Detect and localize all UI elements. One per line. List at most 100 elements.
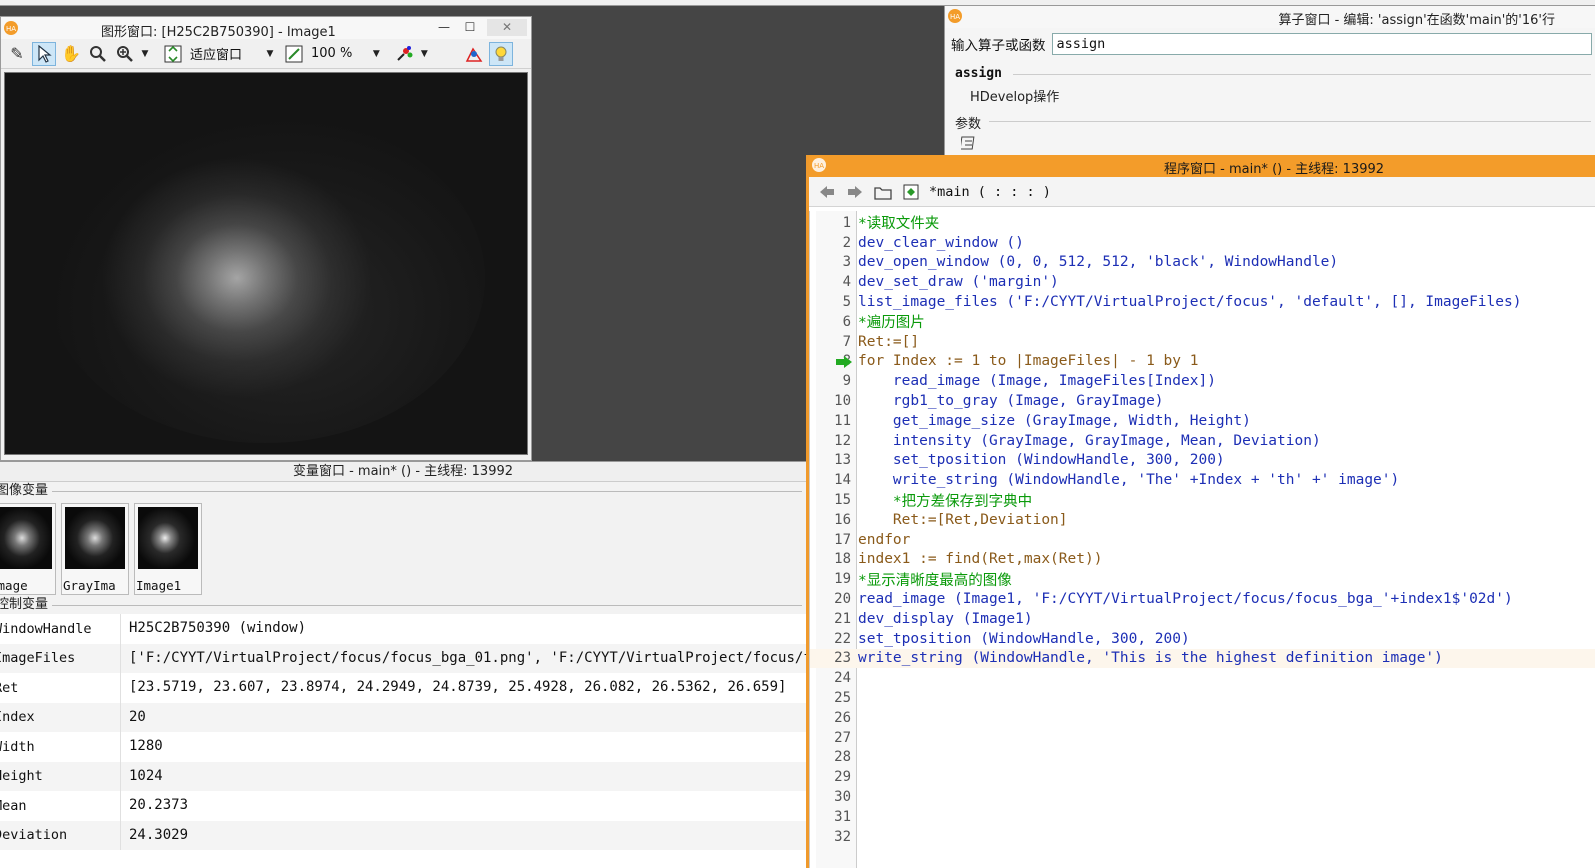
fit-window-icon[interactable] [161, 42, 185, 66]
code-text: *遍历图片 [858, 315, 925, 332]
control-var-row[interactable]: Mean 20.2373 [0, 791, 806, 821]
code-text: dev_open_window (0, 0, 512, 512, 'black'… [858, 254, 1339, 271]
code-line[interactable]: 3 dev_open_window (0, 0, 512, 512, 'black… [810, 253, 1595, 273]
code-text: dev_set_draw ('margin') [858, 274, 1059, 291]
code-line[interactable]: 32 [810, 827, 1595, 847]
code-line[interactable]: 11 get_image_size (GrayImage, Width, Hei… [810, 411, 1595, 431]
code-line[interactable]: 10 rgb1_to_gray (Image, GrayImage) [810, 391, 1595, 411]
zoom-dropdown-chevron-icon[interactable]: ▼ [140, 49, 150, 59]
minimize-button[interactable]: — [433, 19, 455, 36]
code-line[interactable]: 18 index1 := find(Ret,max(Ret)) [810, 550, 1595, 570]
code-line[interactable]: 15 *把方差保存到字典中 [810, 490, 1595, 510]
color-palette-icon[interactable] [392, 42, 416, 66]
control-var-row[interactable]: WindowHandle H25C2B750390 (window) [0, 614, 806, 644]
code-line[interactable]: 12 intensity (GrayImage, GrayImage, Mean… [810, 431, 1595, 451]
control-var-row[interactable]: Index 20 [0, 702, 806, 732]
line-number: 12 [834, 432, 851, 449]
control-variables-label: 控制变量 [0, 597, 53, 612]
line-number: 18 [834, 551, 851, 568]
divider [1013, 74, 1591, 75]
operator-window: HA 算子窗口 - 编辑: 'assign'在函数'main'的'16'行 输入… [944, 6, 1595, 156]
code-text: *把方差保存到字典中 [858, 493, 1033, 510]
line-number: 5 [842, 294, 851, 311]
code-line[interactable]: 2 dev_clear_window () [810, 233, 1595, 253]
forward-arrow-icon[interactable] [843, 180, 867, 204]
code-line[interactable]: 13 set_tposition (WindowHandle, 300, 200… [810, 451, 1595, 471]
code-line[interactable]: 25 [810, 688, 1595, 708]
operator-window-titlebar[interactable]: HA 算子窗口 - 编辑: 'assign'在函数'main'的'16'行 [945, 6, 1595, 28]
control-var-row[interactable]: Deviation 24.3029 [0, 820, 806, 850]
procedure-selector[interactable]: *main ( : : : ) [929, 184, 1051, 200]
code-line[interactable]: 16 Ret:=[Ret,Deviation] [810, 510, 1595, 530]
halcon-logo-icon: HA [4, 21, 18, 39]
code-line[interactable]: 30 [810, 787, 1595, 807]
code-line[interactable]: 17 endfor [810, 530, 1595, 550]
code-text: Ret:=[] [858, 333, 920, 350]
graphics-canvas-image[interactable] [4, 72, 528, 455]
code-text: endfor [858, 531, 911, 548]
divider [50, 605, 802, 606]
code-line[interactable]: 4 dev_set_draw ('margin') [810, 272, 1595, 292]
close-button[interactable]: ✕ [487, 19, 527, 36]
code-line[interactable]: 20 read_image (Image1, 'F:/CYYT/VirtualPr… [810, 589, 1595, 609]
code-line[interactable]: 31 [810, 807, 1595, 827]
zoom-percent-value[interactable]: 100 % [311, 46, 352, 61]
program-window: HA 程序窗口 - main* () - 主线程: 13992 *main ( … [806, 155, 1595, 868]
code-line[interactable]: 24 [810, 668, 1595, 688]
zoom-percent-chevron-icon[interactable]: ▼ [371, 49, 381, 59]
code-line[interactable]: 27 [810, 728, 1595, 748]
code-line[interactable]: 9 read_image (Image, ImageFiles[Index]) [810, 371, 1595, 391]
control-var-row[interactable]: Ret [23.5719, 23.607, 23.8974, 24.2949, 2… [0, 673, 806, 703]
code-line[interactable]: 14 write_string (WindowHandle, 'The' +In… [810, 470, 1595, 490]
fit-dropdown-chevron-icon[interactable]: ▼ [265, 49, 275, 59]
variable-window-title[interactable]: 变量窗口 - main* () - 主线程: 13992 [0, 462, 806, 482]
maximize-button[interactable]: ☐ [459, 19, 481, 36]
control-var-row[interactable]: Width 1280 [0, 732, 806, 762]
thumbnail-image[interactable]: Image [0, 503, 56, 595]
var-name: Mean [0, 797, 27, 814]
code-line[interactable]: 6 *遍历图片 [810, 312, 1595, 332]
code-line[interactable]: 7 Ret:=[] [810, 332, 1595, 352]
operator-name: assign [955, 66, 1002, 81]
var-value: 20.2373 [120, 791, 806, 821]
code-line[interactable]: 5 list_image_files ('F:/CYYT/VirtualProje… [810, 292, 1595, 312]
code-text: dev_clear_window () [858, 234, 1024, 251]
code-line[interactable]: 26 [810, 708, 1595, 728]
thumbnail-image1[interactable]: Image1 [134, 503, 202, 595]
zoom-in-icon[interactable] [113, 42, 137, 66]
color-dropdown-chevron-icon[interactable]: ▼ [419, 49, 429, 59]
line-number: 9 [842, 373, 851, 390]
code-text: *显示清晰度最高的图像 [858, 572, 1012, 589]
pan-hand-icon[interactable]: ✋ [59, 42, 83, 66]
folder-icon[interactable] [871, 180, 895, 204]
code-line[interactable]: 1 *读取文件夹 [810, 213, 1595, 233]
lightbulb-icon[interactable] [489, 41, 514, 66]
code-line[interactable]: 21 dev_display (Image1) [810, 609, 1595, 629]
code-text: index1 := find(Ret,max(Ret)) [858, 551, 1103, 568]
control-var-row[interactable]: Height 1024 [0, 761, 806, 791]
thumbnail-label: GrayIma [63, 578, 116, 593]
region-tool-icon[interactable] [462, 42, 486, 66]
operator-input[interactable]: assign [1051, 33, 1592, 55]
thumbnail-grayimage[interactable]: GrayIma [61, 503, 129, 595]
fit-window-label[interactable]: 适应窗口 [190, 44, 242, 63]
magnifier-icon[interactable] [86, 42, 110, 66]
zoom-percent-icon[interactable] [282, 42, 306, 66]
control-var-row[interactable]: ImageFiles ['F:/CYYT/VirtualProject/focus… [0, 643, 806, 673]
code-text: intensity (GrayImage, GrayImage, Mean, D… [858, 432, 1321, 449]
procedure-icon[interactable] [899, 180, 923, 204]
code-line[interactable]: 28 [810, 748, 1595, 768]
graphics-window-titlebar[interactable]: HA 图形窗口: [H25C2B750390] - Image1 — ☐ ✕ [1, 17, 531, 40]
code-line[interactable]: 8for Index := 1 to |ImageFiles| - 1 by 1 [810, 352, 1595, 372]
var-name: Index [0, 709, 35, 726]
pointer-icon[interactable] [32, 41, 56, 66]
code-editor[interactable]: 1 *读取文件夹 2 dev_clear_window () 3 dev_open_win… [809, 211, 1595, 868]
back-arrow-icon[interactable] [815, 180, 839, 204]
parameter-value-icon[interactable] [959, 136, 975, 154]
code-line[interactable]: 22 set_tposition (WindowHandle, 300, 200) [810, 629, 1595, 649]
edit-icon[interactable]: ✎ [5, 42, 29, 66]
code-line[interactable]: 23 write_string (WindowHandle, 'This is t… [810, 648, 1595, 669]
code-line[interactable]: 19 *显示清晰度最高的图像 [810, 569, 1595, 589]
code-line[interactable]: 29 [810, 767, 1595, 787]
program-window-titlebar[interactable]: HA 程序窗口 - main* () - 主线程: 13992 [809, 155, 1595, 177]
